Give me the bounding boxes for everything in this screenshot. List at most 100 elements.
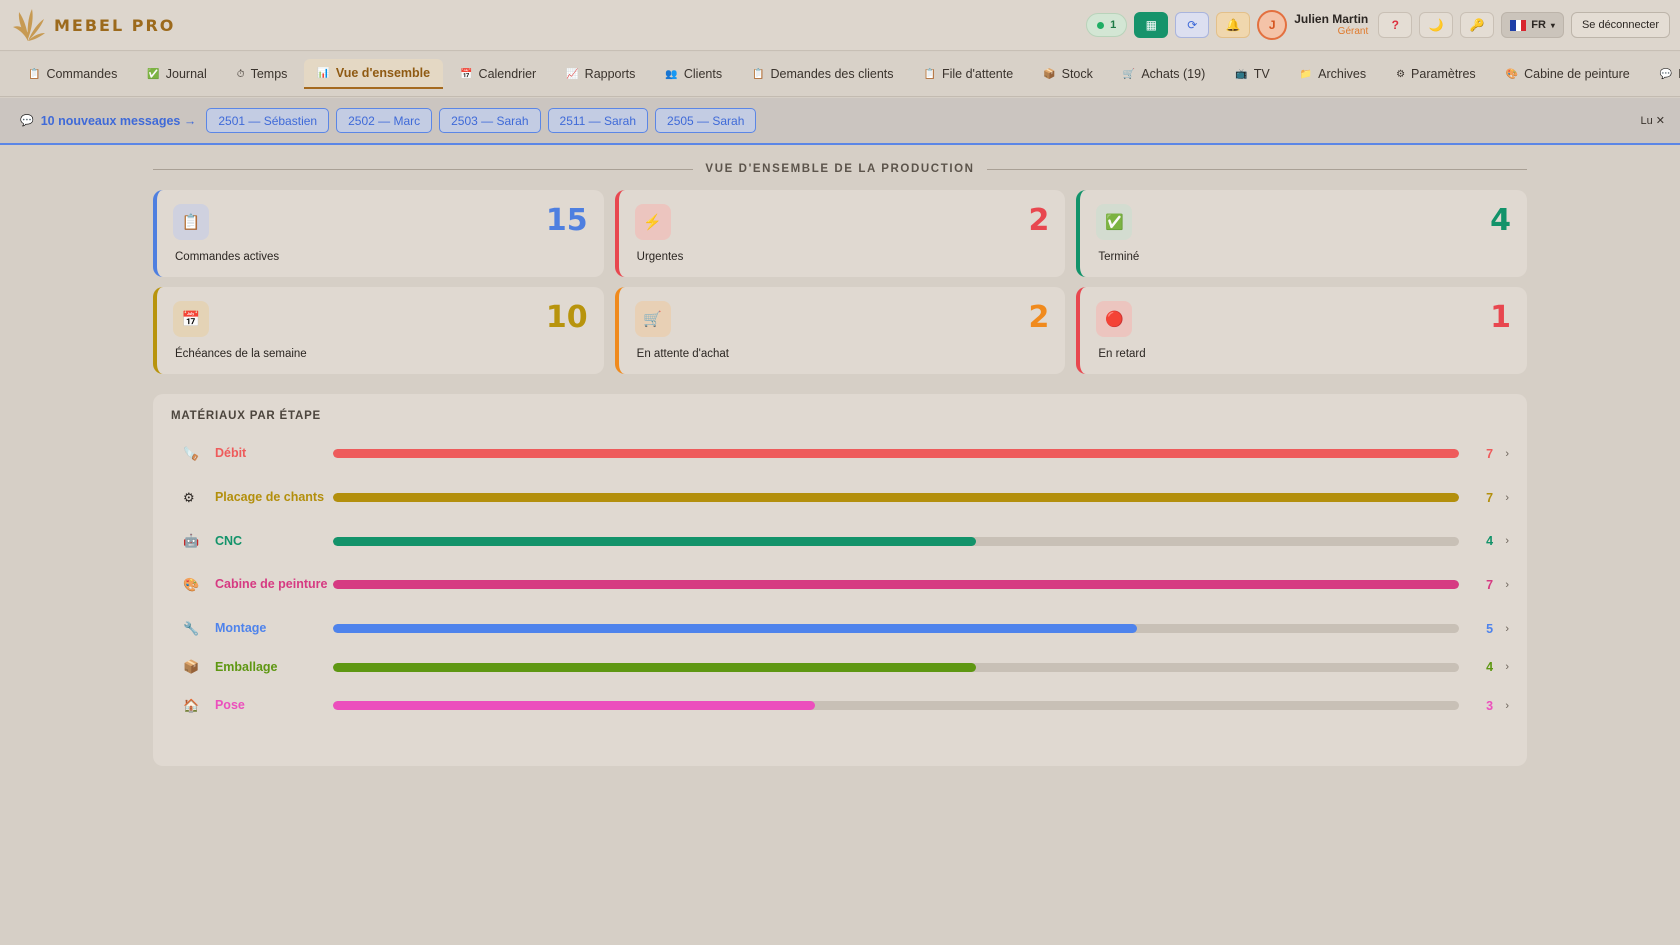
stage-row-cnc[interactable]: 🤖 CNC 4 › [171, 523, 1509, 559]
message-chip[interactable]: 2511 — Sarah [547, 108, 649, 133]
tab-icon: 🛒 [1122, 68, 1136, 80]
tab-icon: 📋 [752, 68, 765, 80]
stat-card-termine[interactable]: ✅ 4 Terminé [1076, 190, 1527, 277]
stage-progress-track [332, 701, 1460, 710]
logout-button[interactable]: Se déconnecter [1570, 12, 1670, 38]
tab-file-d-attente[interactable]: 📋 File d'attente [911, 59, 1027, 89]
language-select[interactable]: FR ▾ [1501, 12, 1564, 38]
tab-label: Temps [250, 67, 288, 81]
stage-count: 3 [1486, 698, 1494, 713]
tab-cabine-de-peinture[interactable]: 🎨 Cabine de peinture [1493, 59, 1643, 89]
stage-label: Pose [214, 698, 245, 713]
user-info: Julien Martin Gérant [1294, 12, 1368, 38]
commandes-actives-icon: 📋 [173, 204, 209, 240]
stat-card-urgentes[interactable]: ⚡ 2 Urgentes [614, 190, 1066, 277]
stage-progress-fill [332, 701, 816, 710]
tab-archives[interactable]: 📁 Archives [1287, 59, 1379, 89]
stage-count: 4 [1486, 534, 1494, 548]
stage-row-montage[interactable]: 🔧 Montage 5 › [171, 610, 1509, 647]
stage-label: Placage de chants [214, 490, 325, 505]
stage-row-emballage[interactable]: 📦 Emballage 4 › [171, 647, 1509, 687]
message-chip[interactable]: 2502 — Marc [336, 108, 433, 133]
stat-label: Échéances de la semaine [175, 348, 307, 360]
stage-count: 7 [1486, 490, 1494, 505]
tab-icon: 📁 [1299, 68, 1313, 80]
echeances-de-la-semaine-icon: 📅 [173, 301, 209, 337]
stage-row-cabine-de-peinture[interactable]: 🎨 Cabine de peinture 7 › [171, 559, 1509, 610]
stage-count: 4 [1486, 660, 1494, 674]
stat-card-en-attente-d-achat[interactable]: 🛒 2 En attente d'achat [614, 287, 1066, 374]
grid-view-button[interactable]: ▦ [1134, 12, 1169, 38]
theme-toggle-button[interactable]: 🌙 [1419, 12, 1454, 38]
emballage-icon: 📦 [183, 659, 200, 674]
overview-title: VUE D'ENSEMBLE DE LA PRODUCTION [705, 163, 975, 175]
online-count: 1 [1110, 19, 1117, 31]
language-value: FR [1531, 19, 1546, 31]
tab-commandes[interactable]: 📋 Commandes [15, 59, 130, 89]
stage-progress-fill [332, 662, 977, 672]
stat-card-echeances-de-la-semaine[interactable]: 📅 10 Échéances de la semaine [153, 287, 604, 374]
stage-progress-track [332, 662, 1460, 672]
refresh-icon: ⟳ [1187, 18, 1198, 32]
stage-progress-fill [332, 536, 977, 546]
chevron-right-icon: › [1505, 661, 1510, 673]
tab-icon: 📅 [460, 68, 473, 80]
stat-value: 2 [1028, 203, 1050, 238]
brand-name: MEBEL PRO [54, 15, 176, 35]
logo[interactable]: MEBEL PRO [10, 7, 175, 43]
stage-row-pose[interactable]: 🏠 Pose 3 › [171, 687, 1509, 724]
chevron-right-icon: › [1505, 578, 1510, 591]
tab-clients[interactable]: 👥 Clients [652, 59, 735, 89]
message-chip[interactable]: 2501 — Sébastien [206, 108, 330, 133]
stage-progress-track [332, 493, 1460, 502]
stat-value: 1 [1490, 300, 1511, 335]
tab-journal[interactable]: ✅ Journal [134, 59, 219, 89]
main-content: VUE D'ENSEMBLE DE LA PRODUCTION 📋 15 Comma… [153, 145, 1527, 766]
stage-count: 7 [1486, 577, 1494, 592]
stage-progress-track [332, 536, 1460, 546]
refresh-button[interactable]: ⟳ [1175, 12, 1210, 38]
tab-vue-d-ensemble[interactable]: 📊 Vue d'ensemble [304, 59, 444, 89]
tab-tv[interactable]: 📺 TV [1222, 59, 1282, 89]
chevron-right-icon: › [1505, 491, 1510, 504]
key-icon: 🔑 [1469, 18, 1485, 32]
cabine-de-peinture-icon: 🎨 [183, 576, 200, 592]
cnc-icon: 🤖 [183, 533, 200, 548]
moon-icon: 🌙 [1428, 18, 1444, 32]
message-chip[interactable]: 2505 — Sarah [655, 108, 757, 133]
stage-row-debit[interactable]: 🪚 Débit 7 › [171, 435, 1509, 472]
stat-label: En retard [1098, 348, 1146, 360]
stage-label: CNC [214, 533, 243, 548]
stat-value: 2 [1028, 300, 1050, 335]
message-icon: 💬 [20, 115, 34, 127]
message-chip[interactable]: 2503 — Sarah [439, 108, 541, 133]
tab-icon: 📋 [923, 68, 936, 80]
tab-achats-19[interactable]: 🛒 Achats (19) [1110, 59, 1218, 89]
stat-card-en-retard[interactable]: 🔴 1 En retard [1076, 287, 1527, 374]
help-button[interactable]: ? [1378, 12, 1413, 38]
mark-read-button[interactable]: Lu ✕ [1640, 114, 1665, 127]
stat-value: 4 [1490, 203, 1511, 238]
stage-row-placage-de-chants[interactable]: ⚙ Placage de chants 7 › [171, 472, 1509, 523]
key-button[interactable]: 🔑 [1460, 12, 1495, 38]
top-header: MEBEL PRO 1 ▦ ⟳ 🔔 J Julien Martin Gérant… [0, 0, 1680, 51]
tab-temps[interactable]: ⏱ Temps [224, 59, 301, 89]
chevron-right-icon: › [1505, 699, 1510, 712]
tab-demandes-des-clients[interactable]: 📋 Demandes des clients [739, 59, 906, 89]
notifications-button[interactable]: 🔔 [1216, 12, 1251, 38]
new-messages-link[interactable]: 10 nouveaux messages → [41, 114, 197, 128]
tab-parametres[interactable]: ⚙ Paramètres [1383, 59, 1489, 89]
avatar[interactable]: J [1257, 10, 1288, 40]
tab-label: Rapports [584, 67, 636, 81]
tab-discussion[interactable]: 💬Discussion [1647, 59, 1680, 89]
chevron-right-icon: › [1505, 447, 1510, 460]
online-users-indicator[interactable]: 1 [1086, 13, 1128, 37]
stat-card-commandes-actives[interactable]: 📋 15 Commandes actives [153, 190, 604, 277]
chevron-right-icon: › [1505, 535, 1510, 547]
tab-rapports[interactable]: 📈 Rapports [553, 59, 648, 89]
tab-stock[interactable]: 📦 Stock [1030, 59, 1106, 89]
pose-icon: 🏠 [183, 697, 200, 713]
help-icon: ? [1391, 18, 1399, 32]
tab-icon: 📦 [1043, 68, 1056, 80]
tab-calendrier[interactable]: 📅 Calendrier [447, 59, 549, 89]
